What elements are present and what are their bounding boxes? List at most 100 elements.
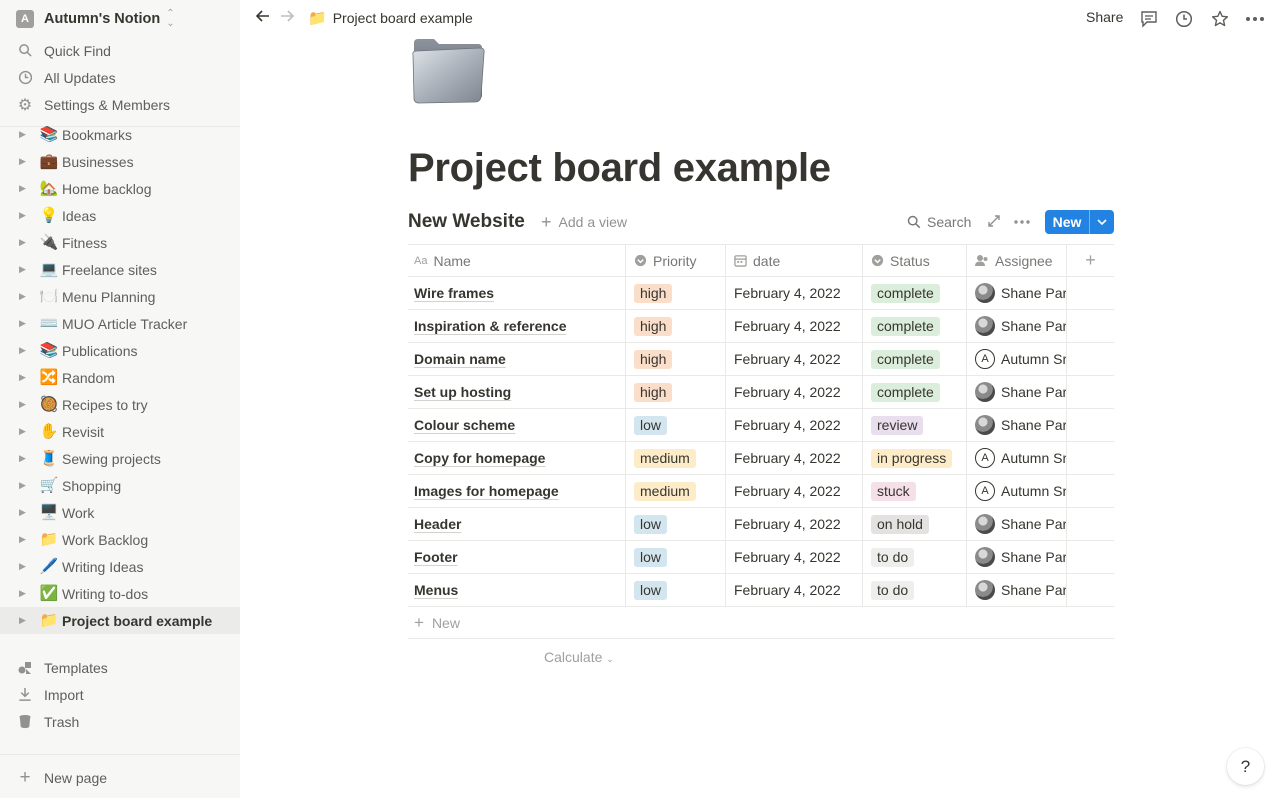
table-row[interactable]: Inspiration & reference high February 4,… xyxy=(408,310,1114,343)
sidebar-page[interactable]: ▶ 🧵 Sewing projects xyxy=(0,445,240,472)
priority-tag[interactable]: low xyxy=(634,514,668,534)
sidebar-page[interactable]: ▶ 🖊️ Writing Ideas xyxy=(0,553,240,580)
sidebar-page[interactable]: ▶ 🛒 Shopping xyxy=(0,472,240,499)
table-row[interactable]: Colour scheme low February 4, 2022 revie… xyxy=(408,409,1114,442)
chevron-down-icon[interactable] xyxy=(1090,210,1114,234)
table-row[interactable]: Domain name high February 4, 2022 comple… xyxy=(408,343,1114,376)
expand-arrow-icon[interactable]: ▶ xyxy=(19,399,29,410)
date-value[interactable]: February 4, 2022 xyxy=(734,549,841,565)
expand-arrow-icon[interactable]: ▶ xyxy=(19,426,29,437)
expand-arrow-icon[interactable]: ▶ xyxy=(19,183,29,194)
add-column-button[interactable]: + xyxy=(1067,245,1114,276)
expand-arrow-icon[interactable]: ▶ xyxy=(19,588,29,599)
expand-arrow-icon[interactable]: ▶ xyxy=(19,372,29,383)
sidebar-page[interactable]: ▶ 💼 Businesses xyxy=(0,148,240,175)
sidebar-page-active[interactable]: ▶ 📁 Project board example xyxy=(0,607,240,634)
calculate-dropdown[interactable]: Calculate ⌄ xyxy=(544,649,614,665)
priority-tag[interactable]: medium xyxy=(634,481,696,501)
column-header-name[interactable]: Aa Name xyxy=(408,245,626,276)
priority-tag[interactable]: low xyxy=(634,580,668,600)
import[interactable]: Import xyxy=(0,681,240,708)
sidebar-page[interactable]: ▶ 🍽️ Menu Planning xyxy=(0,283,240,310)
expand-arrow-icon[interactable]: ▶ xyxy=(19,507,29,518)
date-value[interactable]: February 4, 2022 xyxy=(734,417,841,433)
settings-members[interactable]: ⚙ Settings & Members xyxy=(0,91,240,118)
add-view-button[interactable]: + Add a view xyxy=(541,213,627,231)
expand-arrow-icon[interactable]: ▶ xyxy=(19,237,29,248)
date-value[interactable]: February 4, 2022 xyxy=(734,483,841,499)
priority-tag[interactable]: high xyxy=(634,382,673,402)
page-folder-icon[interactable] xyxy=(410,35,486,105)
date-value[interactable]: February 4, 2022 xyxy=(734,351,841,367)
new-page-button[interactable]: + New page xyxy=(0,764,240,791)
sidebar-page[interactable]: ▶ 📚 Bookmarks xyxy=(0,121,240,148)
column-header-date[interactable]: date xyxy=(726,245,863,276)
priority-tag[interactable]: medium xyxy=(634,448,696,468)
assignee[interactable]: Shane Par xyxy=(975,316,1066,336)
status-tag[interactable]: complete xyxy=(871,382,940,402)
share-button[interactable]: Share xyxy=(1086,9,1123,25)
row-name[interactable]: Inspiration & reference xyxy=(414,318,567,334)
status-tag[interactable]: to do xyxy=(871,547,915,567)
row-name[interactable]: Menus xyxy=(414,582,458,598)
database-title[interactable]: New Website xyxy=(408,211,525,233)
new-record-button[interactable]: New xyxy=(1045,210,1114,234)
table-row[interactable]: Set up hosting high February 4, 2022 com… xyxy=(408,376,1114,409)
expand-arrow-icon[interactable]: ▶ xyxy=(19,291,29,302)
date-value[interactable]: February 4, 2022 xyxy=(734,582,841,598)
row-name[interactable]: Images for homepage xyxy=(414,483,559,499)
templates[interactable]: Templates xyxy=(0,654,240,681)
sidebar-page[interactable]: ▶ ✋ Revisit xyxy=(0,418,240,445)
status-tag[interactable]: complete xyxy=(871,316,940,336)
row-name[interactable]: Set up hosting xyxy=(414,384,511,400)
expand-arrow-icon[interactable]: ▶ xyxy=(19,210,29,221)
sidebar-page[interactable]: ▶ 📚 Publications xyxy=(0,337,240,364)
expand-arrow-icon[interactable]: ▶ xyxy=(19,345,29,356)
sidebar-page[interactable]: ▶ 🔌 Fitness xyxy=(0,229,240,256)
database-search-button[interactable]: Search xyxy=(907,214,971,230)
date-value[interactable]: February 4, 2022 xyxy=(734,516,841,532)
assignee[interactable]: Shane Par xyxy=(975,580,1066,600)
sidebar-page[interactable]: ▶ 💻 Freelance sites xyxy=(0,256,240,283)
row-name[interactable]: Footer xyxy=(414,549,458,565)
assignee[interactable]: Shane Par xyxy=(975,514,1066,534)
page-title[interactable]: Project board example xyxy=(408,146,831,191)
quick-find[interactable]: Quick Find xyxy=(0,37,240,64)
expand-arrow-icon[interactable]: ▶ xyxy=(19,480,29,491)
help-button[interactable]: ? xyxy=(1227,748,1264,785)
date-value[interactable]: February 4, 2022 xyxy=(734,450,841,466)
status-tag[interactable]: complete xyxy=(871,349,940,369)
row-name[interactable]: Colour scheme xyxy=(414,417,515,433)
expand-arrow-icon[interactable]: ▶ xyxy=(19,453,29,464)
row-name[interactable]: Copy for homepage xyxy=(414,450,545,466)
add-row-button[interactable]: + New xyxy=(408,607,1114,639)
more-dots-icon[interactable] xyxy=(1244,9,1266,29)
all-updates[interactable]: All Updates xyxy=(0,64,240,91)
sidebar-page[interactable]: ▶ ✅ Writing to-dos xyxy=(0,580,240,607)
status-tag[interactable]: on hold xyxy=(871,514,929,534)
sidebar-page[interactable]: ▶ 🏡 Home backlog xyxy=(0,175,240,202)
assignee[interactable]: Shane Par xyxy=(975,283,1066,303)
expand-arrow-icon[interactable]: ▶ xyxy=(19,264,29,275)
database-more-icon[interactable] xyxy=(1013,210,1031,239)
table-row[interactable]: Footer low February 4, 2022 to do Shane … xyxy=(408,541,1114,574)
priority-tag[interactable]: low xyxy=(634,547,668,567)
table-row[interactable]: Menus low February 4, 2022 to do Shane P… xyxy=(408,574,1114,607)
table-row[interactable]: Header low February 4, 2022 on hold Shan… xyxy=(408,508,1114,541)
assignee[interactable]: Shane Par xyxy=(975,382,1066,402)
table-row[interactable]: Images for homepage medium February 4, 2… xyxy=(408,475,1114,508)
date-value[interactable]: February 4, 2022 xyxy=(734,285,841,301)
assignee[interactable]: Shane Par xyxy=(975,415,1066,435)
trash[interactable]: Trash xyxy=(0,708,240,735)
priority-tag[interactable]: high xyxy=(634,283,673,303)
breadcrumb[interactable]: 📁 Project board example xyxy=(308,9,473,27)
expand-icon[interactable] xyxy=(987,214,1001,231)
column-header-assignee[interactable]: Assignee xyxy=(967,245,1067,276)
date-value[interactable]: February 4, 2022 xyxy=(734,384,841,400)
forward-arrow-icon[interactable] xyxy=(279,8,295,29)
sidebar-page[interactable]: ▶ 🔀 Random xyxy=(0,364,240,391)
row-name[interactable]: Domain name xyxy=(414,351,506,367)
sidebar-page[interactable]: ▶ ⌨️ MUO Article Tracker xyxy=(0,310,240,337)
status-tag[interactable]: to do xyxy=(871,580,915,600)
sidebar-page[interactable]: ▶ 📁 Work Backlog xyxy=(0,526,240,553)
